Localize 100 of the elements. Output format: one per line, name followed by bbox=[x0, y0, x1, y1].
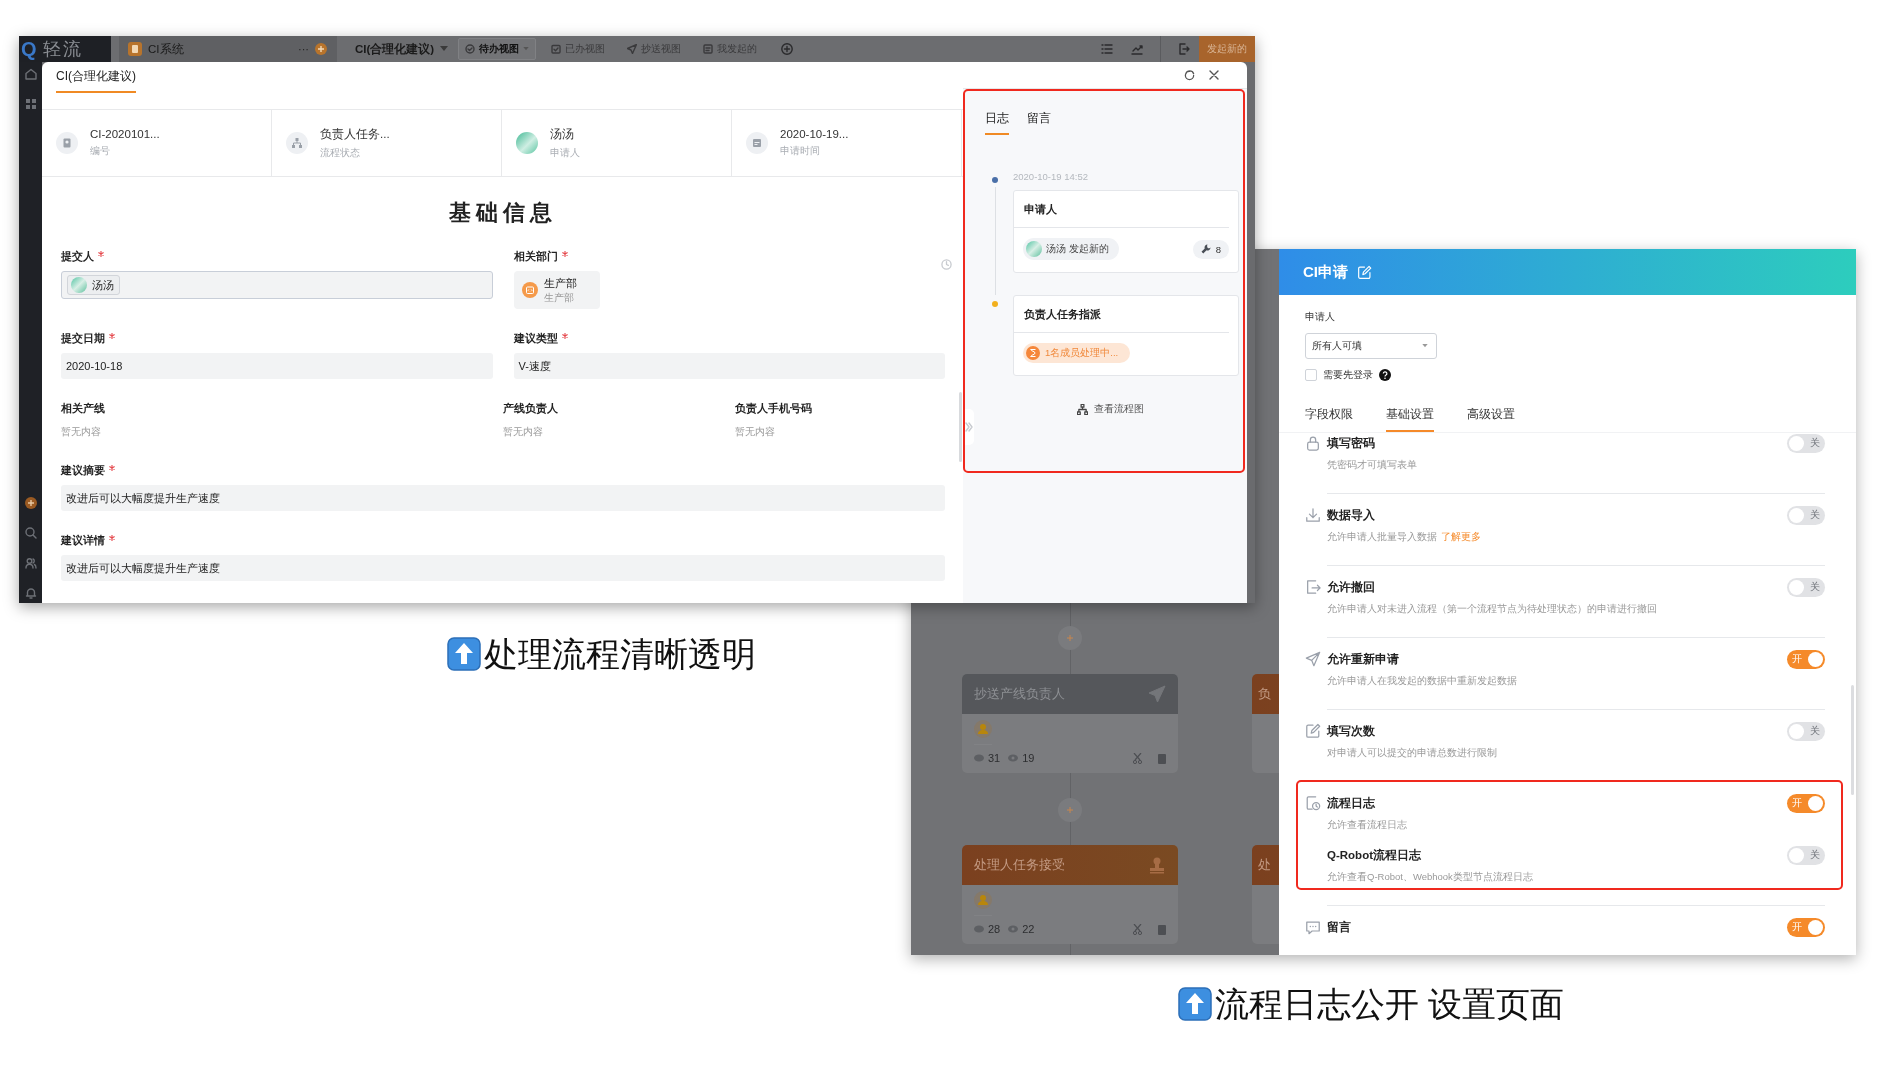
search-icon[interactable] bbox=[24, 527, 37, 539]
exit-icon[interactable] bbox=[1178, 43, 1190, 55]
member-name: 汤汤 bbox=[92, 278, 114, 293]
modal-title-tab[interactable]: CI(合理化建议) bbox=[56, 68, 136, 93]
calendar-icon bbox=[746, 132, 768, 154]
scrollbar[interactable] bbox=[1851, 685, 1854, 795]
chart-icon[interactable] bbox=[1131, 43, 1143, 55]
check-circle-icon bbox=[465, 44, 476, 54]
refresh-icon[interactable] bbox=[1184, 69, 1195, 81]
list-icon[interactable] bbox=[1101, 43, 1113, 55]
member-field[interactable]: 汤汤 bbox=[61, 271, 493, 299]
comment-count: 28 bbox=[988, 923, 1001, 935]
empty-value: 暂无内容 bbox=[503, 425, 544, 439]
summary-value: 负责人任务... bbox=[320, 126, 390, 142]
log-tab[interactable]: 留言 bbox=[1027, 111, 1051, 135]
toggle-switch[interactable]: 关 bbox=[1787, 433, 1825, 453]
summary-value: 汤汤 bbox=[550, 126, 575, 142]
add-node-button[interactable] bbox=[1058, 626, 1082, 650]
settings-tab[interactable]: 字段权限 bbox=[1305, 406, 1353, 432]
up-arrow-icon bbox=[447, 637, 481, 671]
users-icon[interactable] bbox=[24, 557, 37, 569]
stamp-icon bbox=[1148, 856, 1166, 874]
summary-label: 申请人 bbox=[550, 145, 580, 160]
avatar bbox=[516, 132, 538, 154]
department-chip[interactable]: 生产部 生产部 bbox=[513, 271, 600, 309]
panel-title: CI申请 bbox=[1303, 262, 1348, 282]
hierarchy-icon bbox=[1076, 403, 1088, 415]
input-field[interactable]: V-速度 bbox=[513, 353, 945, 379]
scissors-icon[interactable] bbox=[1133, 752, 1142, 764]
node-title: 处理人任务接受 bbox=[974, 856, 1065, 874]
view-tab[interactable]: 待办视图 bbox=[458, 38, 537, 60]
summary-label: 申请时间 bbox=[780, 144, 821, 158]
toggle-switch[interactable]: 关 bbox=[1787, 505, 1825, 525]
view-flowchart-link[interactable]: 查看流程图 bbox=[1076, 402, 1144, 416]
logo-text: 轻流 bbox=[42, 38, 83, 61]
settings-tab[interactable]: 高级设置 bbox=[1467, 406, 1515, 432]
field-label: 相关产线 bbox=[61, 401, 105, 415]
user-chip[interactable]: 汤汤 发起新的 bbox=[1023, 238, 1119, 260]
toggle-switch[interactable]: 开 bbox=[1787, 649, 1825, 669]
department-name: 生产部 bbox=[543, 275, 577, 291]
close-icon[interactable] bbox=[1209, 70, 1219, 80]
flow-node[interactable]: 处 bbox=[1252, 845, 1279, 944]
learn-more-link[interactable]: 了解更多 bbox=[1441, 531, 1481, 542]
view-count: 19 bbox=[1022, 752, 1035, 764]
lock-icon bbox=[1305, 435, 1321, 451]
status-chip[interactable]: 1名成员处理中... bbox=[1023, 343, 1131, 363]
node-title: 申请人 bbox=[1014, 191, 1229, 228]
grid-icon[interactable] bbox=[24, 98, 37, 110]
field-label: 建议类型 bbox=[513, 331, 558, 345]
hourglass-icon bbox=[1026, 346, 1040, 360]
toggle-switch[interactable]: 关 bbox=[1787, 577, 1825, 597]
caret-icon bbox=[1422, 344, 1428, 348]
summary-label: 流程状态 bbox=[320, 145, 361, 160]
toggle-switch[interactable]: 关 bbox=[1787, 721, 1825, 741]
add-node-button[interactable] bbox=[1058, 798, 1082, 822]
more-button[interactable]: ··· bbox=[298, 43, 309, 55]
setting-description: 允许申请人在我发起的数据中重新发起数据 bbox=[1327, 674, 1518, 688]
scissors-icon[interactable] bbox=[1133, 923, 1142, 935]
setting-title: 填写密码 bbox=[1327, 435, 1375, 451]
setting-title: Q-Robot流程日志 bbox=[1327, 847, 1421, 863]
setting-description: 允许查看流程日志 bbox=[1327, 818, 1408, 832]
settings-tab[interactable]: 基础设置 bbox=[1386, 406, 1434, 432]
toggle-switch[interactable]: 开 bbox=[1787, 917, 1825, 937]
field-label: 负责人手机号码 bbox=[734, 401, 812, 415]
input-field[interactable]: 2020-10-18 bbox=[61, 353, 493, 379]
count-value: 8 bbox=[1215, 243, 1221, 255]
flow-node[interactable]: 负 bbox=[1252, 674, 1279, 773]
form-name[interactable]: CI(合理化建议) bbox=[355, 41, 435, 57]
history-icon[interactable] bbox=[941, 259, 952, 270]
log-tab[interactable]: 日志 bbox=[985, 111, 1009, 135]
count-chip[interactable]: 8 bbox=[1192, 239, 1229, 259]
summary-value: CI-2020101... bbox=[90, 128, 160, 140]
toggle-switch[interactable]: 开 bbox=[1787, 793, 1825, 813]
home-icon[interactable] bbox=[24, 68, 37, 80]
avatar bbox=[71, 277, 87, 293]
caption: 流程日志公开 设置页面 bbox=[1215, 984, 1565, 1024]
edit-icon[interactable] bbox=[1357, 264, 1372, 280]
plus-icon bbox=[1066, 634, 1074, 642]
input-field[interactable]: 改进后可以大幅度提升生产速度 bbox=[61, 485, 945, 511]
flow-node[interactable]: 处理人任务接受 28 22 bbox=[962, 845, 1178, 944]
app-name[interactable]: CI系统 bbox=[148, 41, 292, 57]
add-icon[interactable] bbox=[315, 43, 327, 55]
eye-icon bbox=[1008, 925, 1019, 933]
trash-icon[interactable] bbox=[1158, 752, 1166, 764]
help-icon bbox=[1379, 369, 1391, 381]
new-button[interactable]: 发起新的 bbox=[1199, 36, 1255, 62]
setting-description: 允许查看Q-Robot、Webhook类型节点流程日志 bbox=[1327, 870, 1534, 884]
input-field[interactable]: 改进后可以大幅度提升生产速度 bbox=[61, 555, 945, 581]
add-circle-icon[interactable] bbox=[781, 43, 794, 55]
trash-icon[interactable] bbox=[1158, 923, 1166, 935]
collapse-button[interactable] bbox=[963, 409, 974, 445]
add-icon[interactable] bbox=[24, 497, 37, 509]
toggle-switch[interactable]: 关 bbox=[1787, 845, 1825, 865]
bell-icon[interactable] bbox=[24, 587, 37, 599]
logo-mark: Q bbox=[21, 37, 37, 61]
dropdown[interactable]: 所有人可填 bbox=[1305, 333, 1437, 359]
checkbox[interactable] bbox=[1305, 369, 1317, 381]
empty-value: 暂无内容 bbox=[734, 425, 776, 439]
comment-count: 31 bbox=[988, 752, 1001, 764]
scrollbar[interactable] bbox=[959, 392, 962, 462]
